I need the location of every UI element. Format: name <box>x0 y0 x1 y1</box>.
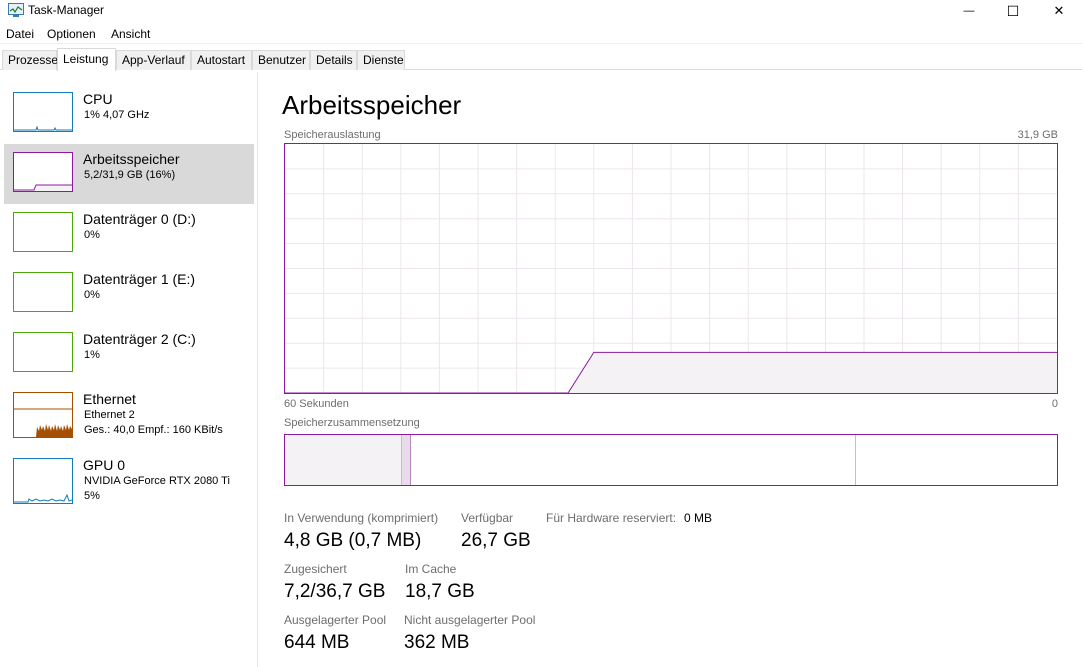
hardware-reserved-value: 0 MB <box>684 511 713 525</box>
sidebar-item-disk-0-title: Datenträger 0 (D:) <box>83 211 196 227</box>
tab-users[interactable]: Benutzer <box>252 50 310 70</box>
close-button[interactable]: ✕ <box>1036 0 1082 22</box>
tab-startup[interactable]: Autostart <box>191 50 252 70</box>
sidebar-item-gpu-0[interactable]: GPU 0 NVIDIA GeForce RTX 2080 Ti 5% <box>4 450 254 510</box>
committed-label: Zugesichert <box>284 562 347 576</box>
sidebar-item-ethernet-adapter: Ethernet 2 <box>84 409 135 421</box>
task-manager-app-icon <box>8 3 24 17</box>
sidebar-item-cpu-usage: 1% 4,07 GHz <box>84 109 150 121</box>
sidebar-item-gpu-0-usage: 5% <box>84 490 100 502</box>
paged-pool-label: Ausgelagerter Pool <box>284 613 387 627</box>
minimize-button[interactable]: — <box>946 0 992 22</box>
sidebar-item-disk-2-usage: 1% <box>84 349 100 361</box>
cpu-thumbnail-graph <box>13 92 73 132</box>
gpu-0-thumbnail-graph <box>13 458 73 504</box>
nonpaged-pool-value: 362 MB <box>404 632 470 653</box>
in-use-label: In Verwendung (komprimiert) <box>284 511 439 525</box>
sidebar-item-ethernet-title: Ethernet <box>83 391 136 407</box>
page-title: Arbeitsspeicher <box>282 90 462 120</box>
graph-time-left-label: 60 Sekunden <box>284 398 349 410</box>
in-use-value: 4,8 GB (0,7 MB) <box>284 530 422 551</box>
menu-bar: Datei Optionen Ansicht <box>0 24 1082 44</box>
sidebar-item-disk-2[interactable]: Datenträger 2 (C:) 1% <box>4 324 254 384</box>
cached-label: Im Cache <box>405 562 457 576</box>
committed-value: 7,2/36,7 GB <box>284 581 386 602</box>
graph-time-right-label: 0 <box>1051 398 1058 410</box>
sidebar-item-cpu-title: CPU <box>83 91 113 107</box>
tab-bar: Prozesse Leistung App-Verlauf Autostart … <box>0 48 1082 71</box>
sidebar-item-cpu[interactable]: CPU 1% 4,07 GHz <box>4 84 254 144</box>
cached-value: 18,7 GB <box>405 581 475 602</box>
sidebar-item-memory-usage: 5,2/31,9 GB (16%) <box>84 169 176 181</box>
menu-view[interactable]: Ansicht <box>111 27 150 41</box>
disk-0-thumbnail-graph <box>13 212 73 252</box>
paged-pool-value: 644 MB <box>284 632 350 653</box>
composition-in-use-segment <box>285 435 402 485</box>
tab-app-history[interactable]: App-Verlauf <box>116 50 191 70</box>
sidebar-item-disk-1-title: Datenträger 1 (E:) <box>83 271 196 287</box>
tab-performance[interactable]: Leistung <box>57 48 116 71</box>
memory-usage-chart <box>285 144 1057 394</box>
nonpaged-pool-label: Nicht ausgelagerter Pool <box>404 613 536 627</box>
memory-usage-graph <box>284 143 1058 394</box>
sidebar-item-disk-0[interactable]: Datenträger 0 (D:) 0% <box>4 204 254 264</box>
composition-standby-divider <box>855 435 856 485</box>
hardware-reserved-label: Für Hardware reserviert: <box>546 511 677 525</box>
sidebar-item-memory-title: Arbeitsspeicher <box>83 151 180 167</box>
title-bar: Task-Manager — ☐ ✕ <box>0 0 1082 22</box>
sidebar-item-memory[interactable]: Arbeitsspeicher 5,2/31,9 GB (16%) <box>4 144 254 204</box>
tab-processes[interactable]: Prozesse <box>2 50 58 70</box>
composition-label: Speicherzusammensetzung <box>284 417 420 429</box>
memory-detail-panel: Arbeitsspeicher Speicherauslastung 31,9 … <box>258 72 1082 667</box>
memory-composition-bar <box>284 434 1058 486</box>
ethernet-thumbnail-graph <box>13 392 73 438</box>
sidebar-item-gpu-0-model: NVIDIA GeForce RTX 2080 Ti <box>84 475 230 487</box>
tab-services[interactable]: Dienste <box>357 50 405 70</box>
disk-1-thumbnail-graph <box>13 272 73 312</box>
available-value: 26,7 GB <box>461 530 531 551</box>
tab-details[interactable]: Details <box>310 50 357 70</box>
sidebar-item-disk-1[interactable]: Datenträger 1 (E:) 0% <box>4 264 254 324</box>
window-title: Task-Manager <box>28 3 105 17</box>
sidebar-item-disk-1-usage: 0% <box>84 289 100 301</box>
sidebar-item-disk-2-title: Datenträger 2 (C:) <box>83 331 196 347</box>
menu-options[interactable]: Optionen <box>47 27 96 41</box>
composition-modified-segment <box>402 435 411 485</box>
minimize-icon: — <box>963 5 975 17</box>
memory-thumbnail-graph <box>13 152 73 192</box>
sidebar-item-disk-0-usage: 0% <box>84 229 100 241</box>
performance-sidebar: CPU 1% 4,07 GHz Arbeitsspeicher 5,2/31,9… <box>0 72 258 667</box>
maximize-button[interactable]: ☐ <box>990 0 1036 22</box>
sidebar-item-gpu-0-title: GPU 0 <box>83 457 126 473</box>
sidebar-item-ethernet[interactable]: Ethernet Ethernet 2 Ges.: 40,0 Empf.: 16… <box>4 384 254 450</box>
usage-graph-max-label: 31,9 GB <box>1017 129 1058 141</box>
maximize-icon: ☐ <box>1006 2 1020 19</box>
sidebar-item-ethernet-throughput: Ges.: 40,0 Empf.: 160 KBit/s <box>84 424 223 436</box>
disk-2-thumbnail-graph <box>13 332 73 372</box>
available-label: Verfügbar <box>461 511 514 525</box>
menu-file[interactable]: Datei <box>6 27 34 41</box>
close-icon: ✕ <box>1053 3 1065 18</box>
usage-graph-label: Speicherauslastung <box>284 129 381 141</box>
